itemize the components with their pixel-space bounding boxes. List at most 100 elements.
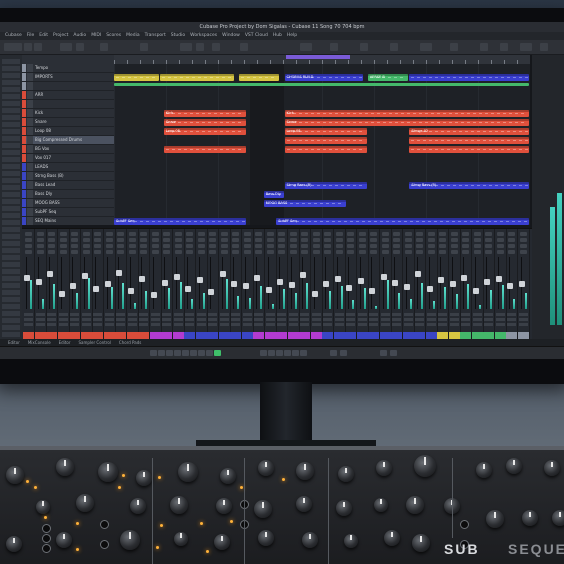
channel-button[interactable] — [162, 318, 171, 321]
synth-knob[interactable] — [120, 530, 140, 550]
toolbar-button[interactable] — [14, 43, 22, 51]
channel-knob[interactable] — [117, 238, 124, 242]
synth-knob[interactable] — [76, 494, 94, 512]
channel-button[interactable] — [116, 313, 125, 316]
synth-knob[interactable] — [344, 534, 358, 548]
fader-cap[interactable] — [104, 281, 111, 287]
patch-jack[interactable] — [42, 524, 51, 533]
channel-knob[interactable] — [370, 250, 377, 254]
synth-knob[interactable] — [544, 460, 560, 476]
channel-knob[interactable] — [335, 238, 343, 242]
channel-knob[interactable] — [151, 238, 159, 242]
transport-button[interactable] — [284, 350, 291, 356]
inspector-row[interactable] — [2, 136, 20, 141]
channel-knob[interactable] — [255, 250, 262, 254]
synth-knob[interactable] — [258, 460, 274, 476]
zone-tab[interactable]: MixConsole — [28, 340, 51, 345]
channel-knob[interactable] — [25, 250, 32, 254]
channel-knob[interactable] — [370, 232, 377, 236]
event-clip[interactable]: SubPF Seq — [114, 218, 247, 225]
channel-knob[interactable] — [393, 238, 400, 242]
toolbar-button[interactable] — [140, 43, 148, 51]
toolbar-button[interactable] — [480, 43, 488, 51]
channel-button[interactable] — [357, 323, 367, 326]
track-row[interactable]: Bass Dly — [22, 190, 114, 199]
transport-button[interactable] — [166, 350, 173, 356]
fader-cap[interactable] — [438, 277, 444, 284]
channel-knob[interactable] — [117, 244, 124, 248]
synth-knob[interactable] — [476, 462, 492, 478]
fader-cap[interactable] — [35, 278, 42, 285]
inspector-row[interactable] — [2, 157, 20, 162]
channel-knob[interactable] — [301, 238, 308, 242]
transport-button[interactable] — [380, 350, 387, 356]
inspector-row[interactable] — [2, 143, 20, 148]
channel-button[interactable] — [323, 323, 332, 326]
channel-button[interactable] — [127, 323, 137, 326]
channel-knob[interactable] — [209, 244, 216, 248]
synth-knob[interactable] — [336, 500, 352, 516]
channel-knob[interactable] — [243, 238, 251, 242]
inspector-row[interactable] — [2, 241, 20, 246]
channel-button[interactable] — [346, 318, 355, 321]
channel-button[interactable] — [150, 318, 160, 321]
channel-knob[interactable] — [519, 232, 527, 236]
track-row[interactable]: LEADS — [22, 163, 114, 172]
channel-button[interactable] — [518, 318, 528, 321]
channel-button[interactable] — [288, 318, 298, 321]
transport-button[interactable] — [268, 350, 275, 356]
toolbar-button[interactable] — [330, 43, 338, 51]
channel-button[interactable] — [58, 313, 68, 316]
channel-button[interactable] — [415, 323, 424, 326]
channel-button[interactable] — [449, 313, 459, 316]
channel-knob[interactable] — [519, 244, 527, 248]
channel-knob[interactable] — [36, 244, 44, 248]
channel-button[interactable] — [139, 313, 148, 316]
patch-jack[interactable] — [42, 534, 51, 543]
track-row[interactable] — [22, 100, 114, 109]
channel-button[interactable] — [472, 323, 482, 326]
channel-knob[interactable] — [335, 244, 343, 248]
toolbar-button[interactable] — [180, 43, 192, 51]
channel-knob[interactable] — [197, 238, 205, 242]
menu-item[interactable]: Audio — [73, 33, 86, 38]
channel-button[interactable] — [472, 318, 482, 321]
channel-knob[interactable] — [473, 250, 481, 254]
synth-knob[interactable] — [170, 496, 188, 514]
channel-knob[interactable] — [220, 250, 228, 254]
channel-knob[interactable] — [25, 238, 32, 242]
inspector-row[interactable] — [2, 220, 20, 225]
channel-knob[interactable] — [266, 244, 274, 248]
channel-knob[interactable] — [278, 244, 285, 248]
channel-button[interactable] — [231, 323, 240, 326]
channel-button[interactable] — [357, 313, 367, 316]
channel-knob[interactable] — [381, 244, 389, 248]
fader-cap[interactable] — [162, 280, 168, 287]
channel-knob[interactable] — [485, 244, 492, 248]
channel-knob[interactable] — [473, 232, 481, 236]
menu-item[interactable]: Media — [126, 33, 140, 38]
channel-button[interactable] — [461, 323, 470, 326]
track-row[interactable]: SubPF Seq — [22, 208, 114, 217]
inspector-row[interactable] — [2, 318, 20, 323]
synth-knob[interactable] — [136, 470, 152, 486]
synth-knob[interactable] — [56, 458, 74, 476]
channel-knob[interactable] — [140, 238, 147, 242]
inspector-row[interactable] — [2, 332, 20, 337]
transport-button[interactable] — [150, 350, 157, 356]
channel-button[interactable] — [288, 323, 298, 326]
channel-knob[interactable] — [232, 238, 239, 242]
menu-item[interactable]: Hub — [273, 33, 282, 38]
channel-button[interactable] — [47, 318, 56, 321]
event-clip[interactable] — [409, 146, 529, 153]
channel-knob[interactable] — [163, 250, 170, 254]
event-clip[interactable]: Strng Bass (B) — [284, 182, 367, 189]
menu-item[interactable]: Project — [53, 33, 68, 38]
channel-knob[interactable] — [473, 238, 481, 242]
channel-button[interactable] — [104, 313, 114, 316]
inspector-row[interactable] — [2, 213, 20, 218]
channel-button[interactable] — [357, 318, 367, 321]
channel-button[interactable] — [449, 318, 459, 321]
channel-knob[interactable] — [335, 232, 343, 236]
fader-cap[interactable] — [150, 291, 157, 298]
